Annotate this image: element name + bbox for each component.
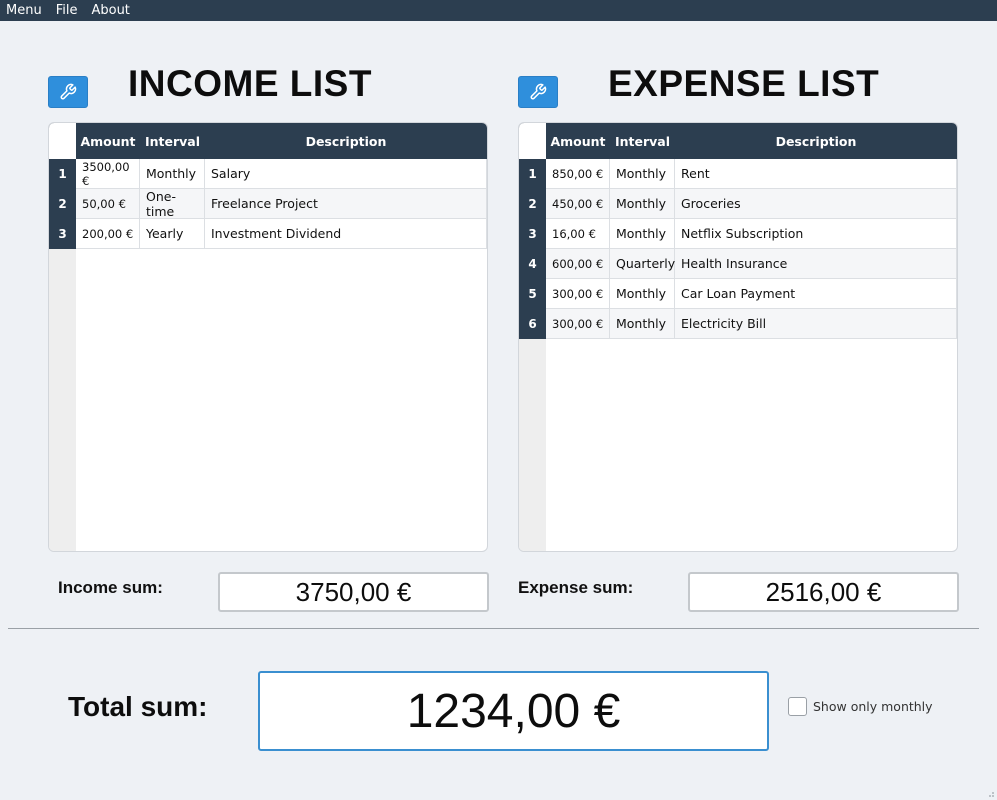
income-edit-button[interactable]	[48, 76, 88, 108]
expense-table-header: Amount Interval Description	[519, 123, 957, 159]
cell-description[interactable]: Rent	[675, 159, 957, 189]
row-number[interactable]: 1	[49, 159, 76, 189]
income-sum-label: Income sum:	[58, 578, 163, 597]
table-row[interactable]: 3 16,00 € Monthly Netflix Subscription	[519, 219, 957, 249]
cell-amount[interactable]: 300,00 €	[546, 279, 610, 309]
total-sum-label: Total sum:	[68, 691, 208, 722]
expense-edit-button[interactable]	[518, 76, 558, 108]
row-number[interactable]: 5	[519, 279, 546, 309]
table-row[interactable]: 2 50,00 € One-time Freelance Project	[49, 189, 487, 219]
show-only-monthly-checkbox[interactable]	[788, 697, 807, 716]
menu-item-menu[interactable]: Menu	[0, 0, 49, 21]
wrench-icon	[60, 83, 77, 100]
cell-description[interactable]: Electricity Bill	[675, 309, 957, 339]
menu-item-file[interactable]: File	[49, 0, 85, 21]
income-sum-field: 3750,00 €	[218, 572, 489, 612]
cell-amount[interactable]: 3500,00 €	[76, 159, 140, 189]
cell-description[interactable]: Freelance Project	[205, 189, 487, 219]
table-row[interactable]: 2 450,00 € Monthly Groceries	[519, 189, 957, 219]
cell-amount[interactable]: 450,00 €	[546, 189, 610, 219]
row-number[interactable]: 2	[519, 189, 546, 219]
cell-amount[interactable]: 850,00 €	[546, 159, 610, 189]
row-number[interactable]: 2	[49, 189, 76, 219]
expense-table-body: 1 850,00 € Monthly Rent 2 450,00 € Month…	[519, 159, 957, 339]
cell-interval[interactable]: Monthly	[610, 219, 675, 249]
expense-table: Amount Interval Description 1 850,00 € M…	[518, 122, 958, 552]
column-header-description[interactable]: Description	[205, 123, 487, 159]
table-row[interactable]: 5 300,00 € Monthly Car Loan Payment	[519, 279, 957, 309]
row-number[interactable]: 3	[49, 219, 76, 249]
income-list-title: INCOME LIST	[128, 63, 372, 104]
cell-amount[interactable]: 600,00 €	[546, 249, 610, 279]
menu-item-about[interactable]: About	[84, 0, 136, 21]
table-corner	[49, 123, 76, 159]
wrench-icon	[530, 83, 547, 100]
column-header-description[interactable]: Description	[675, 123, 957, 159]
income-table: Amount Interval Description 1 3500,00 € …	[48, 122, 488, 552]
cell-interval[interactable]: Monthly	[610, 309, 675, 339]
expense-sum-field: 2516,00 €	[688, 572, 959, 612]
column-header-interval[interactable]: Interval	[610, 123, 675, 159]
cell-interval[interactable]: Monthly	[140, 159, 205, 189]
income-table-header: Amount Interval Description	[49, 123, 487, 159]
cell-description[interactable]: Groceries	[675, 189, 957, 219]
expense-sum-label: Expense sum:	[518, 578, 634, 597]
table-row[interactable]: 4 600,00 € Quarterly Health Insurance	[519, 249, 957, 279]
income-table-body: 1 3500,00 € Monthly Salary 2 50,00 € One…	[49, 159, 487, 249]
row-number[interactable]: 4	[519, 249, 546, 279]
column-header-amount[interactable]: Amount	[546, 123, 610, 159]
cell-description[interactable]: Health Insurance	[675, 249, 957, 279]
cell-interval[interactable]: Yearly	[140, 219, 205, 249]
row-number[interactable]: 6	[519, 309, 546, 339]
cell-description[interactable]: Salary	[205, 159, 487, 189]
table-row[interactable]: 1 850,00 € Monthly Rent	[519, 159, 957, 189]
table-row[interactable]: 6 300,00 € Monthly Electricity Bill	[519, 309, 957, 339]
cell-description[interactable]: Car Loan Payment	[675, 279, 957, 309]
row-number[interactable]: 3	[519, 219, 546, 249]
cell-interval[interactable]: Monthly	[610, 279, 675, 309]
cell-interval[interactable]: One-time	[140, 189, 205, 219]
cell-interval[interactable]: Monthly	[610, 159, 675, 189]
cell-amount[interactable]: 16,00 €	[546, 219, 610, 249]
table-row[interactable]: 3 200,00 € Yearly Investment Dividend	[49, 219, 487, 249]
cell-amount[interactable]: 50,00 €	[76, 189, 140, 219]
section-divider	[8, 628, 979, 629]
cell-amount[interactable]: 200,00 €	[76, 219, 140, 249]
table-corner	[519, 123, 546, 159]
cell-description[interactable]: Netflix Subscription	[675, 219, 957, 249]
menu-bar: Menu File About	[0, 0, 997, 21]
total-sum-field: 1234,00 €	[258, 671, 769, 751]
table-row[interactable]: 1 3500,00 € Monthly Salary	[49, 159, 487, 189]
column-header-interval[interactable]: Interval	[140, 123, 205, 159]
cell-interval[interactable]: Monthly	[610, 189, 675, 219]
show-only-monthly-label[interactable]: Show only monthly	[813, 699, 933, 714]
cell-amount[interactable]: 300,00 €	[546, 309, 610, 339]
cell-interval[interactable]: Quarterly	[610, 249, 675, 279]
row-number[interactable]: 1	[519, 159, 546, 189]
column-header-amount[interactable]: Amount	[76, 123, 140, 159]
cell-description[interactable]: Investment Dividend	[205, 219, 487, 249]
expense-list-title: EXPENSE LIST	[608, 63, 880, 104]
resize-grip-icon[interactable]	[985, 788, 995, 798]
